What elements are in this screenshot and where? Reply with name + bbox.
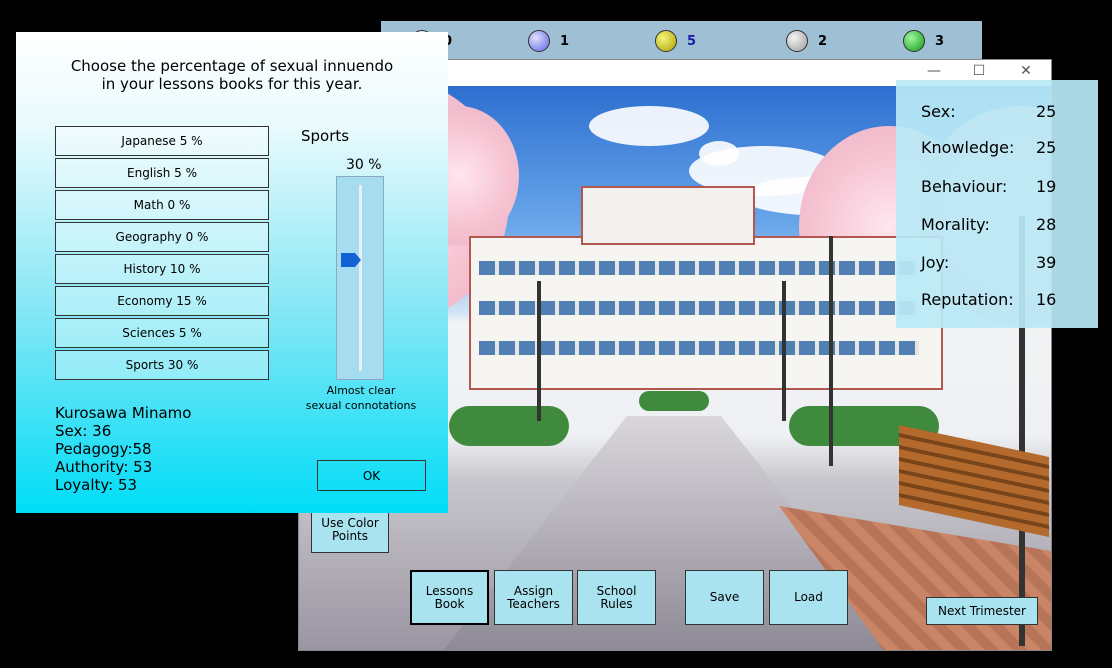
green-orb-icon <box>903 30 925 52</box>
points-green: 3 <box>903 30 944 52</box>
points-blue: 1 <box>528 30 569 52</box>
lesson-economy[interactable]: Economy 15 % <box>55 286 269 316</box>
points-grey: 2 <box>786 30 827 52</box>
stat-joy: Joy: 39 <box>921 253 1057 272</box>
slider-subject-label: Sports <box>301 127 350 145</box>
maximize-button[interactable]: ☐ <box>964 63 994 79</box>
lesson-sports[interactable]: Sports 30 % <box>55 350 269 380</box>
yellow-orb-icon <box>655 30 677 52</box>
lesson-sciences[interactable]: Sciences 5 % <box>55 318 269 348</box>
color-points-bar: 0 1 5 2 3 <box>381 21 982 60</box>
points-yellow: 5 <box>655 30 696 52</box>
school-stats-panel: Sex: 25 Knowledge: 25 Behaviour: 19 Moralit… <box>896 80 1098 328</box>
minimize-button[interactable]: — <box>919 63 949 79</box>
stat-morality: Morality: 28 <box>921 215 1057 234</box>
blue-orb-icon <box>528 30 550 52</box>
stat-knowledge: Knowledge: 25 <box>921 138 1057 157</box>
stat-sex: Sex: 25 <box>921 102 1057 121</box>
school-tower <box>581 186 755 245</box>
slider-track <box>359 185 362 371</box>
slider-thumb[interactable] <box>341 253 361 267</box>
lesson-list: Japanese 5 % English 5 % Math 0 % Geogra… <box>55 126 269 382</box>
dialog-title: Choose the percentage of sexual innuendo… <box>70 57 394 93</box>
lesson-math[interactable]: Math 0 % <box>55 190 269 220</box>
bench <box>899 425 1049 537</box>
use-color-points-button[interactable]: Use Color Points <box>311 506 389 553</box>
teacher-loyalty: Loyalty: 53 <box>55 476 138 494</box>
slider-description: Almost clear sexual connotations <box>305 384 417 412</box>
innuendo-slider[interactable] <box>336 176 384 380</box>
teacher-pedagogy: Pedagogy:58 <box>55 440 152 458</box>
teacher-name: Kurosawa Minamo <box>55 404 192 422</box>
teacher-sex: Sex: 36 <box>55 422 112 440</box>
slider-percent-label: 30 % <box>346 157 382 173</box>
lesson-english[interactable]: English 5 % <box>55 158 269 188</box>
lessons-book-dialog: Choose the percentage of sexual innuendo… <box>16 32 448 513</box>
lesson-geography[interactable]: Geography 0 % <box>55 222 269 252</box>
lesson-history[interactable]: History 10 % <box>55 254 269 284</box>
lessons-book-button[interactable]: Lessons Book <box>410 570 489 625</box>
assign-teachers-button[interactable]: Assign Teachers <box>494 570 573 625</box>
stat-reputation: Reputation: 16 <box>921 290 1057 309</box>
lesson-japanese[interactable]: Japanese 5 % <box>55 126 269 156</box>
teacher-authority: Authority: 53 <box>55 458 153 476</box>
next-trimester-button[interactable]: Next Trimester <box>926 597 1038 625</box>
close-button[interactable]: ✕ <box>1011 63 1041 79</box>
stat-behaviour: Behaviour: 19 <box>921 177 1057 196</box>
load-button[interactable]: Load <box>769 570 848 625</box>
school-rules-button[interactable]: School Rules <box>577 570 656 625</box>
teacher-info: Kurosawa Minamo Sex: 36 Pedagogy:58 Auth… <box>55 404 191 494</box>
ok-button[interactable]: OK <box>317 460 426 491</box>
save-button[interactable]: Save <box>685 570 764 625</box>
grey-orb-icon <box>786 30 808 52</box>
